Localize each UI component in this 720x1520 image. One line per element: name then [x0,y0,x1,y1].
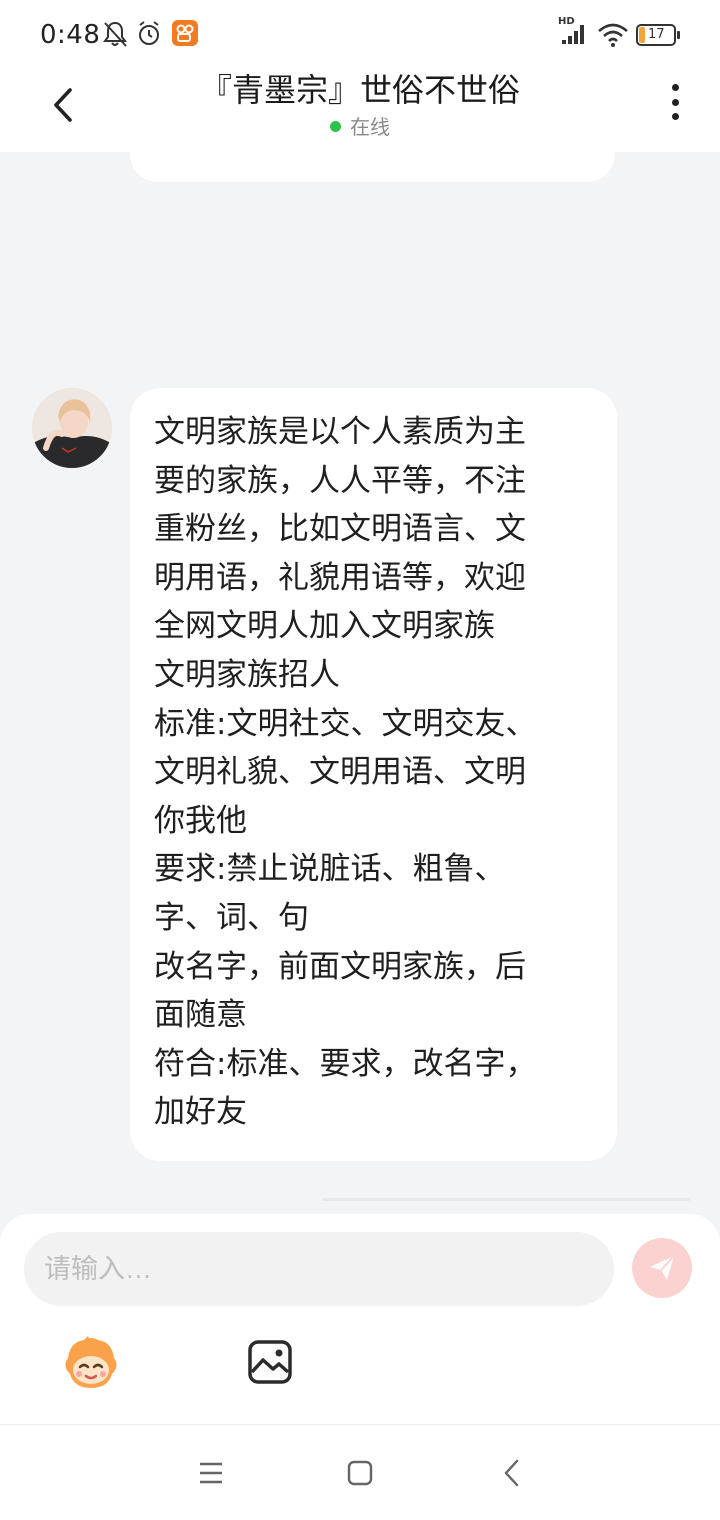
send-icon [650,1255,675,1280]
message-line: 加好友 [154,1094,247,1131]
more-dot-icon [671,98,679,106]
message-line: 改名字，前面文明家族，后 [154,948,526,985]
chat-area[interactable]: 文明家族是以个人素质为主 要的家族，人人平等，不注 重粉丝，比如文明语言、文 明… [0,152,720,1214]
signal-group: HD [556,16,588,50]
back-nav-icon[interactable] [500,1459,524,1487]
message-line: 要求:禁止说脏话、粗鲁、 [154,851,506,888]
home-nav-icon[interactable] [346,1459,374,1487]
message-bubble[interactable]: 文明家族是以个人素质为主 要的家族，人人平等，不注 重粉丝，比如文明语言、文 明… [130,388,617,1161]
message-line: 全网文明人加入文明家族 [154,608,495,645]
chat-title: 『青墨宗』世俗不世俗 [199,71,520,109]
menu-nav-icon[interactable] [198,1459,224,1487]
network-label: HD [558,16,575,27]
more-dot-icon [671,113,679,120]
message-line: 你我他 [154,802,247,839]
message-line: 文明家族是以个人素质为主 [154,414,526,450]
message-line: 文明家族招人 [154,656,340,693]
emoji-button[interactable] [60,1336,122,1392]
online-dot-icon [330,121,341,132]
message-line: 标准:文明社交、文明交友、 [154,705,537,742]
mute-bell-icon [103,21,127,47]
battery-icon: 17 [636,24,680,46]
app-notification-icon [172,20,198,46]
more-options-button[interactable] [658,82,692,122]
message-line: 面随意 [154,997,247,1034]
image-button[interactable] [246,1338,294,1386]
message-line: 重粉丝，比如文明语言、文 [154,511,526,548]
online-status: 在线 [0,114,720,140]
message-line: 要的家族，人人平等，不注 [154,462,526,499]
message-line: 符合:标准、要求，改名字， [154,1045,537,1082]
image-icon [248,1340,292,1384]
wifi-icon [598,23,628,47]
avatar[interactable] [32,388,112,468]
battery-level: 17 [648,27,665,42]
message-line: 字、词、句 [154,899,309,936]
system-nav-bar [0,1424,720,1520]
composer-panel: 请输入… [0,1214,720,1424]
message-input[interactable]: 请输入… [24,1232,614,1306]
avatar-image [32,388,112,468]
send-button[interactable] [632,1238,692,1298]
previous-message-bubble [130,152,615,182]
status-bar: 0:48 HD 17 [0,0,720,70]
chat-header: 『青墨宗』世俗不世俗 在线 [0,70,720,152]
message-line: 文明礼貌、文明用语、文明 [154,754,526,791]
message-line: 明用语，礼貌用语等，欢迎 [154,559,526,596]
status-time: 0:48 [40,20,101,50]
faint-divider [322,1198,690,1201]
emoji-sticker-icon [65,1336,117,1388]
online-status-text: 在线 [350,115,390,139]
more-dot-icon [671,84,679,91]
alarm-icon [139,21,159,45]
